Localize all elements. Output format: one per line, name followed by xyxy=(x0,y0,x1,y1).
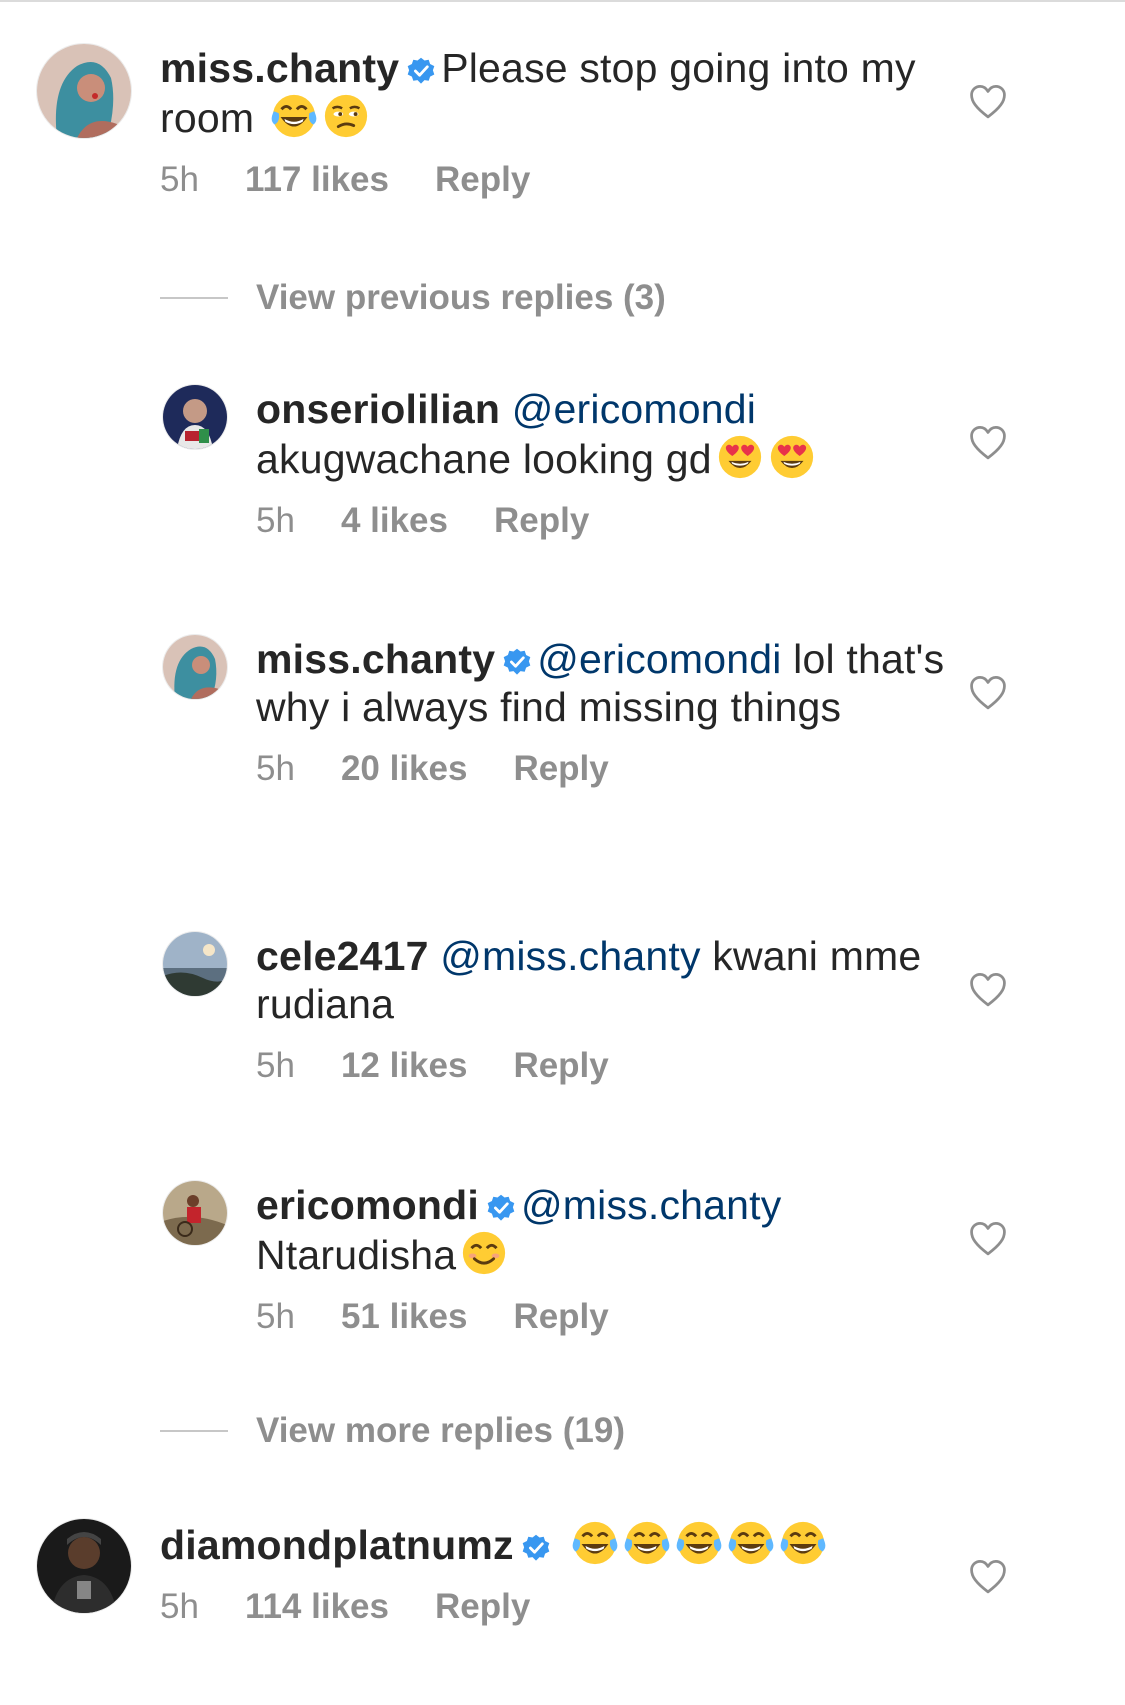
username[interactable]: diamondplatnumz xyxy=(160,1522,514,1568)
reply-button[interactable]: Reply xyxy=(435,1587,530,1626)
mention-link[interactable]: @ericomondi xyxy=(537,636,781,682)
reply-button[interactable]: Reply xyxy=(435,160,530,199)
divider xyxy=(160,297,228,299)
comment-meta: 5h 114 likes Reply xyxy=(160,1587,960,1627)
avatar[interactable] xyxy=(163,385,227,449)
face-with-tears-of-joy-icon xyxy=(623,1519,671,1567)
avatar[interactable] xyxy=(163,932,227,996)
username[interactable]: cele2417 xyxy=(256,933,429,979)
timestamp: 5h xyxy=(256,1297,295,1336)
face-with-tears-of-joy-icon xyxy=(571,1519,619,1567)
reply-button[interactable]: Reply xyxy=(513,1297,608,1336)
smiling-face-icon xyxy=(460,1229,508,1277)
view-more-replies-label[interactable]: View more replies (19) xyxy=(256,1406,625,1456)
heart-icon[interactable] xyxy=(969,675,1007,711)
view-previous-replies-label[interactable]: View previous replies (3) xyxy=(256,273,666,323)
likes-count[interactable]: 117 likes xyxy=(245,160,389,199)
reply-meta: 5h 51 likes Reply xyxy=(256,1297,976,1337)
timestamp: 5h xyxy=(256,501,295,540)
reply-meta: 5h 4 likes Reply xyxy=(256,501,976,541)
avatar[interactable] xyxy=(163,635,227,699)
mention-link[interactable]: @ericomondi xyxy=(512,386,756,432)
timestamp: 5h xyxy=(256,1046,295,1085)
avatar[interactable] xyxy=(37,44,131,138)
verified-badge-icon xyxy=(407,57,435,85)
reply-button[interactable]: Reply xyxy=(513,749,608,788)
heart-icon[interactable] xyxy=(969,425,1007,461)
unamused-face-icon xyxy=(322,92,370,140)
heart-icon[interactable] xyxy=(969,84,1007,120)
likes-count[interactable]: 20 likes xyxy=(341,749,468,788)
avatar[interactable] xyxy=(37,1519,131,1613)
avatar[interactable] xyxy=(163,1181,227,1245)
top-divider xyxy=(0,0,1125,2)
reply-body: Ntarudisha xyxy=(256,1232,457,1278)
heart-icon[interactable] xyxy=(969,1221,1007,1257)
username[interactable]: miss.chanty xyxy=(256,636,495,682)
reply-text: cele2417 @miss.chanty kwani mme rudiana xyxy=(256,932,976,1028)
reply-text: miss.chanty @ericomondi lol that's why i … xyxy=(256,635,976,731)
likes-count[interactable]: 12 likes xyxy=(341,1046,468,1085)
timestamp: 5h xyxy=(256,749,295,788)
face-with-tears-of-joy-icon xyxy=(727,1519,775,1567)
verified-badge-icon xyxy=(522,1534,550,1562)
face-with-tears-of-joy-icon xyxy=(779,1519,827,1567)
reply-text: onseriolilian @ericomondi akugwachane loo… xyxy=(256,385,976,483)
comment-meta: 5h 117 likes Reply xyxy=(160,160,960,200)
reply-button[interactable]: Reply xyxy=(494,501,589,540)
heart-eyes-face-icon xyxy=(768,433,816,481)
mention-link[interactable]: @miss.chanty xyxy=(440,933,700,979)
reply-text: ericomondi @miss.chanty Ntarudisha xyxy=(256,1181,976,1279)
mention-link[interactable]: @miss.chanty xyxy=(521,1182,781,1228)
username[interactable]: onseriolilian xyxy=(256,386,500,432)
comment-text: miss.chanty Please stop going into my roo… xyxy=(160,44,960,142)
divider xyxy=(160,1430,228,1432)
reply-body: akugwachane looking gd xyxy=(256,436,712,482)
face-with-tears-of-joy-icon xyxy=(675,1519,723,1567)
heart-eyes-face-icon xyxy=(716,433,764,481)
timestamp: 5h xyxy=(160,160,199,199)
reply-meta: 5h 12 likes Reply xyxy=(256,1046,976,1086)
reply-button[interactable]: Reply xyxy=(513,1046,608,1085)
verified-badge-icon xyxy=(503,648,531,676)
timestamp: 5h xyxy=(160,1587,199,1626)
likes-count[interactable]: 4 likes xyxy=(341,501,448,540)
face-with-tears-of-joy-icon xyxy=(270,92,318,140)
likes-count[interactable]: 51 likes xyxy=(341,1297,468,1336)
username[interactable]: miss.chanty xyxy=(160,45,399,91)
username[interactable]: ericomondi xyxy=(256,1182,479,1228)
verified-badge-icon xyxy=(487,1194,515,1222)
reply-meta: 5h 20 likes Reply xyxy=(256,749,976,789)
heart-icon[interactable] xyxy=(969,972,1007,1008)
likes-count[interactable]: 114 likes xyxy=(245,1587,389,1626)
view-previous-replies[interactable]: View previous replies (3) xyxy=(160,273,1060,323)
view-more-replies[interactable]: View more replies (19) xyxy=(160,1406,1060,1456)
heart-icon[interactable] xyxy=(969,1559,1007,1595)
comment-text: diamondplatnumz xyxy=(160,1519,960,1569)
